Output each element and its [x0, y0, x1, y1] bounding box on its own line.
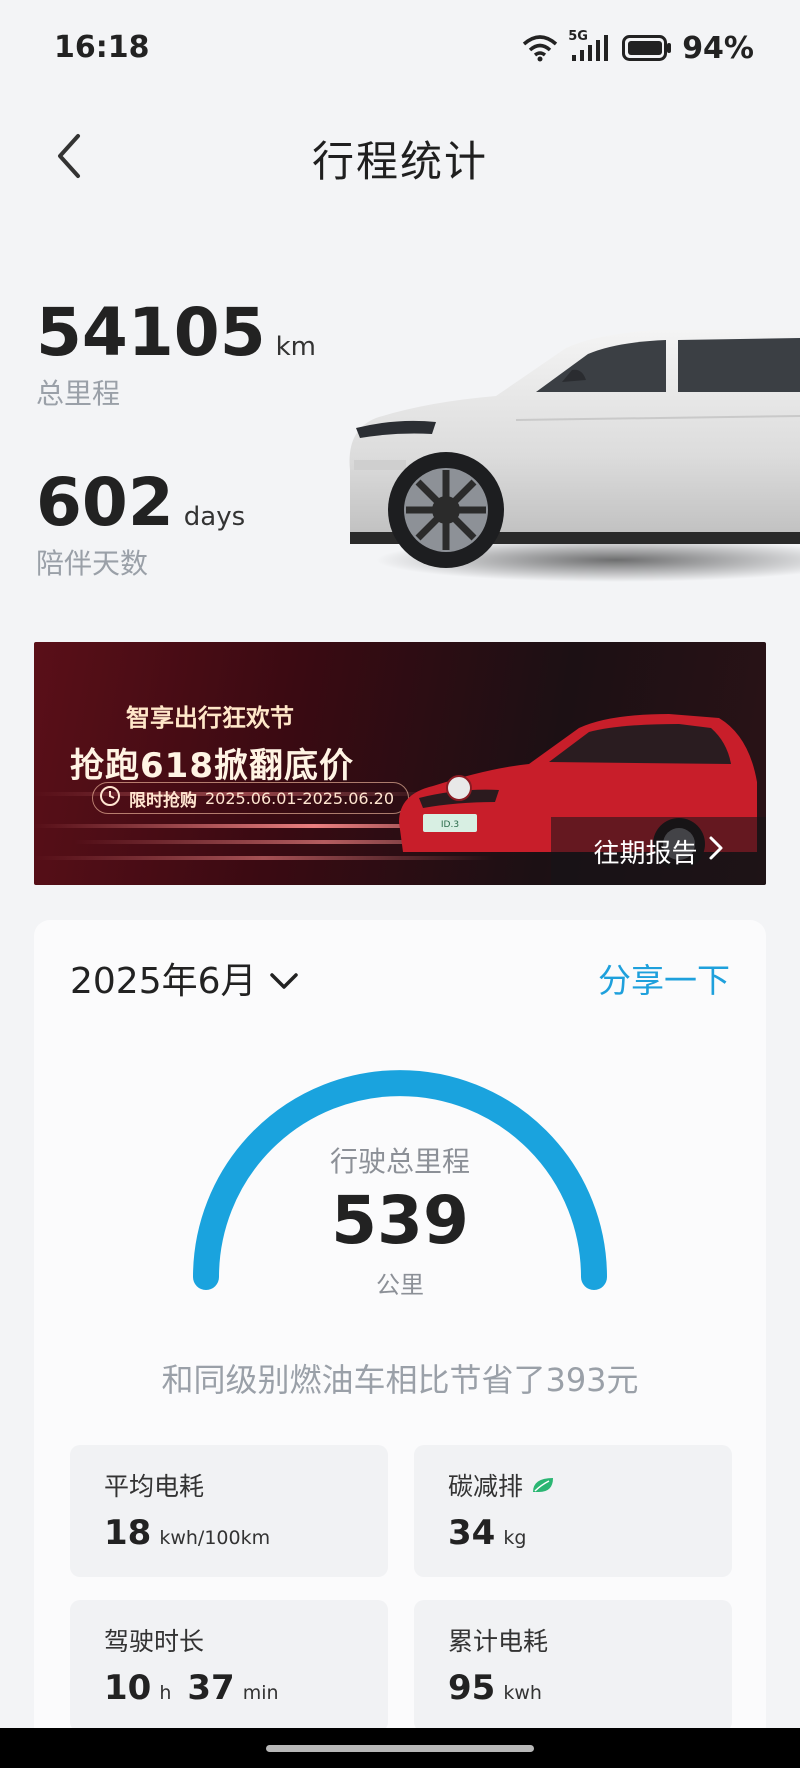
monthly-report-card: 2025年6月 分享一下 行驶总里程 539 公里 和同级别燃油车相比节省了39…: [34, 920, 766, 1768]
carbon-reduction-tile: 碳减排 34 kg: [414, 1445, 732, 1577]
history-report-label: 往期报告: [593, 838, 698, 869]
total-mileage-label: 总里程: [36, 377, 121, 410]
companion-days-value: 602: [36, 464, 174, 541]
status-icons: 5G 94%: [522, 29, 754, 66]
total-mileage-unit: km: [275, 332, 317, 362]
gauge-label: 行驶总里程: [329, 1145, 470, 1178]
fuel-saving-text: 和同级别燃油车相比节省了393元: [161, 1361, 639, 1399]
tile-number: 95: [448, 1668, 496, 1708]
tile-label: 驾驶时长: [104, 1627, 205, 1656]
signal-icon: 5G: [568, 29, 612, 63]
tile-label: 累计电耗: [448, 1627, 549, 1656]
leaf-icon: [531, 1471, 555, 1500]
clock: 16:18: [54, 30, 150, 65]
tile-label-text: 碳减排: [448, 1472, 524, 1501]
drive-duration-tile: 驾驶时长 10 h 37 min: [70, 1600, 388, 1732]
car-image: [349, 330, 800, 582]
home-indicator[interactable]: [266, 1745, 534, 1752]
battery-percent: 94%: [682, 30, 754, 66]
month-dropdown[interactable]: 2025年6月: [70, 952, 299, 1004]
banner-tag-label: 限时抢购: [129, 790, 197, 811]
tile-unit: kwh: [503, 1682, 542, 1704]
total-mileage-value: 54105: [36, 294, 266, 371]
tile-label: 平均电耗: [104, 1472, 205, 1501]
chevron-down-icon: [269, 958, 299, 999]
status-bar: 16:18 5G 94%: [0, 0, 800, 100]
tile-value: 18 kwh/100km: [104, 1513, 270, 1553]
tile-number: 18: [104, 1513, 152, 1553]
banner-title: 智享出行狂欢节: [126, 704, 294, 732]
clock-icon: [99, 785, 121, 811]
battery-icon: [622, 35, 672, 61]
total-consumption-tile: 累计电耗 95 kwh: [414, 1600, 732, 1732]
month-label: 2025年6月: [70, 961, 257, 1002]
tile-number: 34: [448, 1513, 496, 1553]
share-button[interactable]: 分享一下: [598, 954, 730, 1002]
tile-minutes: 37: [187, 1668, 235, 1708]
companion-days-label: 陪伴天数: [36, 547, 149, 580]
tile-minutes-unit: min: [242, 1682, 279, 1704]
tile-label: 碳减排: [448, 1467, 555, 1503]
total-mileage: 54105 km: [36, 300, 316, 366]
tile-unit: kg: [503, 1527, 527, 1549]
tile-value: 34 kg: [448, 1513, 526, 1553]
wifi-icon: [522, 34, 558, 62]
page-title: 行程统计: [311, 137, 488, 186]
history-report-button[interactable]: 往期报告: [551, 817, 766, 885]
summary-stats: 54105 km 总里程 602 days 陪伴天数: [36, 300, 316, 582]
tile-hours: 10: [104, 1668, 152, 1708]
banner-headline: 抢跑618掀翻底价: [70, 746, 354, 786]
avg-consumption-tile: 平均电耗 18 kwh/100km: [70, 1445, 388, 1577]
companion-days-unit: days: [183, 502, 246, 532]
banner-tag: 限时抢购 2025.06.01-2025.06.20: [92, 782, 409, 814]
chevron-right-icon: [708, 835, 724, 868]
promo-banner[interactable]: 智享出行狂欢节 抢跑618掀翻底价 限时抢购 2025.06.01-2025.0…: [34, 642, 766, 885]
system-nav-bar: [0, 1728, 800, 1768]
gauge-unit: 公里: [376, 1271, 424, 1299]
tile-value: 10 h 37 min: [104, 1668, 279, 1708]
gauge-value: 539: [331, 1182, 469, 1259]
tile-hours-unit: h: [159, 1682, 172, 1704]
banner-dates: 2025.06.01-2025.06.20: [205, 788, 394, 808]
plate-text: ID.3: [441, 820, 459, 830]
tile-unit: kwh/100km: [159, 1527, 271, 1549]
companion-days: 602 days: [36, 470, 316, 536]
tile-value: 95 kwh: [448, 1668, 542, 1708]
header: 行程统计: [0, 110, 800, 200]
